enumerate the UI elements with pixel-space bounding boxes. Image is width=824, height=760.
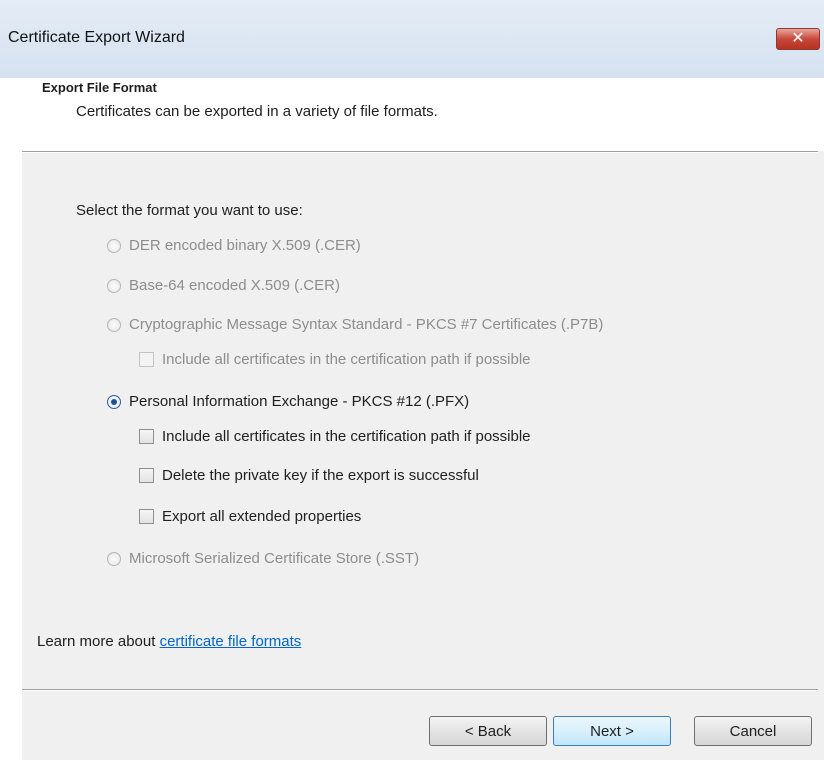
footer-separator xyxy=(22,689,818,691)
radio-icon xyxy=(107,317,121,332)
checkbox-delete-private-key[interactable]: Delete the private key if the export is … xyxy=(139,467,479,484)
radio-base64[interactable]: Base-64 encoded X.509 (.CER) xyxy=(107,277,340,294)
radio-icon xyxy=(107,278,121,293)
section-title: Export File Format xyxy=(42,80,157,95)
radio-pkcs7[interactable]: Cryptographic Message Syntax Standard - … xyxy=(107,316,603,333)
radio-label-sst: Microsoft Serialized Certificate Store (… xyxy=(129,550,420,567)
certificate-file-formats-link[interactable]: certificate file formats xyxy=(160,633,302,650)
checkbox-icon xyxy=(139,352,154,367)
header-separator xyxy=(22,151,818,153)
title-bar: Certificate Export Wizard ✕ xyxy=(0,0,824,78)
radio-label-der: DER encoded binary X.509 (.CER) xyxy=(129,237,361,254)
next-button[interactable]: Next > xyxy=(553,716,671,746)
checkbox-label-pkcs7-include: Include all certificates in the certific… xyxy=(162,351,531,368)
learn-more-prefix: Learn more about xyxy=(37,633,160,650)
checkbox-pfx-include[interactable]: Include all certificates in the certific… xyxy=(139,428,531,445)
radio-pfx[interactable]: Personal Information Exchange - PKCS #12… xyxy=(107,393,469,410)
checkbox-label-export-extended-properties: Export all extended properties xyxy=(162,508,362,525)
radio-label-pfx: Personal Information Exchange - PKCS #12… xyxy=(129,393,470,410)
checkbox-label-delete-private-key: Delete the private key if the export is … xyxy=(162,467,479,484)
radio-icon xyxy=(107,238,121,253)
checkbox-pkcs7-include[interactable]: Include all certificates in the certific… xyxy=(139,351,531,368)
checkbox-icon xyxy=(139,509,154,524)
learn-more-text: Learn more about certificate file format… xyxy=(37,633,301,650)
format-prompt: Select the format you want to use: xyxy=(76,202,303,219)
radio-sst[interactable]: Microsoft Serialized Certificate Store (… xyxy=(107,550,419,567)
radio-icon xyxy=(107,551,121,566)
dialog-content xyxy=(22,78,824,760)
checkbox-icon xyxy=(139,429,154,444)
checkbox-export-extended-properties[interactable]: Export all extended properties xyxy=(139,508,361,525)
back-button[interactable]: < Back xyxy=(429,716,547,746)
radio-selected-icon xyxy=(107,394,121,409)
window-title: Certificate Export Wizard xyxy=(8,29,185,46)
close-button[interactable]: ✕ xyxy=(776,28,820,50)
section-description: Certificates can be exported in a variet… xyxy=(76,103,438,120)
close-icon: ✕ xyxy=(791,30,805,47)
checkbox-icon xyxy=(139,468,154,483)
radio-der[interactable]: DER encoded binary X.509 (.CER) xyxy=(107,237,361,254)
checkbox-label-pfx-include: Include all certificates in the certific… xyxy=(162,428,531,445)
radio-label-pkcs7: Cryptographic Message Syntax Standard - … xyxy=(129,316,604,333)
cancel-button[interactable]: Cancel xyxy=(694,716,812,746)
radio-label-base64: Base-64 encoded X.509 (.CER) xyxy=(129,277,340,294)
